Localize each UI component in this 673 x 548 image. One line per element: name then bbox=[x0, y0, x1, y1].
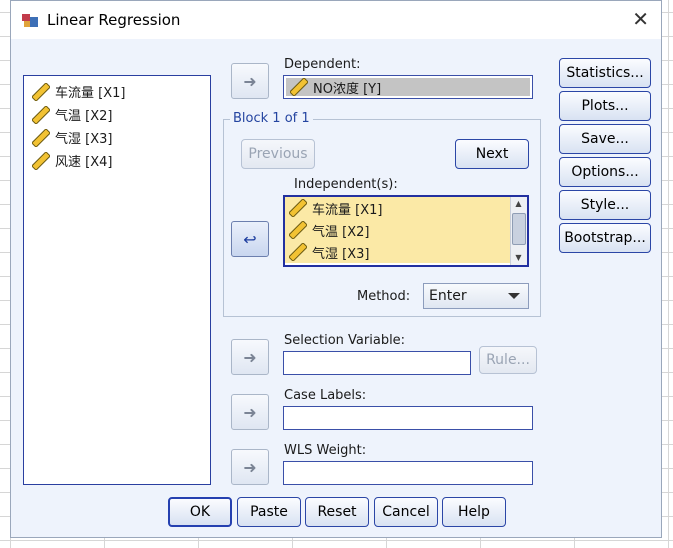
scale-variable-icon bbox=[289, 221, 307, 239]
dependent-value: NO浓度 [Y] bbox=[313, 81, 382, 97]
plots-button[interactable]: Plots... bbox=[559, 91, 651, 121]
method-value: Enter bbox=[429, 288, 467, 304]
scale-variable-icon bbox=[32, 82, 50, 101]
options-button[interactable]: Options... bbox=[559, 157, 651, 187]
list-item[interactable]: 气湿 [X3] bbox=[285, 241, 527, 263]
list-item[interactable]: 气温 [X2] bbox=[285, 219, 527, 241]
arrow-right-icon: ➜ bbox=[243, 71, 257, 91]
independent-item-label: 车流量 [X1] bbox=[312, 202, 383, 218]
wls-weight-label: WLS Weight: bbox=[284, 443, 367, 458]
scroll-down-icon[interactable]: ▼ bbox=[511, 251, 526, 265]
spss-app-icon bbox=[22, 14, 38, 27]
independent-label: Independent(s): bbox=[294, 177, 398, 192]
scale-variable-icon bbox=[290, 78, 308, 96]
list-item[interactable]: 风速 [X4] bbox=[32, 149, 210, 172]
help-button[interactable]: Help bbox=[442, 497, 506, 527]
independent-item-label: 气湿 [X3] bbox=[312, 246, 370, 262]
scale-variable-icon bbox=[32, 151, 50, 170]
list-item[interactable]: 车流量 [X1] bbox=[285, 197, 527, 219]
bootstrap-button[interactable]: Bootstrap... bbox=[559, 223, 651, 253]
rule-button[interactable]: Rule... bbox=[479, 346, 537, 374]
arrow-left-icon: ↩ bbox=[243, 229, 257, 249]
cancel-button[interactable]: Cancel bbox=[374, 497, 438, 527]
block-title: Block 1 of 1 bbox=[230, 111, 313, 126]
ok-button[interactable]: OK bbox=[168, 497, 232, 527]
paste-button[interactable]: Paste bbox=[237, 497, 301, 527]
method-select[interactable]: Enter bbox=[423, 283, 529, 309]
reset-button[interactable]: Reset bbox=[305, 497, 369, 527]
scale-variable-icon bbox=[289, 199, 307, 217]
method-label: Method: bbox=[357, 289, 411, 304]
case-labels-label: Case Labels: bbox=[284, 388, 367, 403]
source-variable-list[interactable]: 车流量 [X1] 气温 [X2] 气湿 [X3] 风速 [X4] bbox=[23, 75, 211, 485]
selection-variable-label: Selection Variable: bbox=[284, 333, 406, 348]
scroll-thumb[interactable] bbox=[512, 213, 526, 245]
case-labels-field[interactable] bbox=[283, 406, 533, 430]
scale-variable-icon bbox=[32, 128, 50, 147]
move-to-dependent-button[interactable]: ➜ bbox=[231, 63, 269, 99]
dependent-label: Dependent: bbox=[284, 57, 361, 72]
independent-list[interactable]: 车流量 [X1] 气温 [X2] 气湿 [X3] ▲ ▼ bbox=[283, 195, 529, 267]
arrow-right-icon: ➜ bbox=[243, 347, 257, 367]
list-item[interactable]: 气湿 [X3] bbox=[32, 126, 210, 149]
variable-label: 气湿 [X3] bbox=[55, 132, 113, 147]
list-item[interactable]: 气温 [X2] bbox=[32, 103, 210, 126]
style-button[interactable]: Style... bbox=[559, 190, 651, 220]
linear-regression-dialog: Linear Regression ✕ 车流量 [X1] 气温 [X2] 气湿 … bbox=[10, 0, 662, 538]
scroll-up-icon[interactable]: ▲ bbox=[511, 197, 526, 211]
variable-label: 风速 [X4] bbox=[55, 155, 113, 170]
previous-button[interactable]: Previous bbox=[241, 139, 315, 169]
list-item[interactable]: 车流量 [X1] bbox=[32, 80, 210, 103]
move-to-wls-button[interactable]: ➜ bbox=[231, 449, 269, 485]
move-to-case-labels-button[interactable]: ➜ bbox=[231, 394, 269, 430]
chevron-down-icon bbox=[508, 293, 520, 299]
move-to-independent-button[interactable]: ↩ bbox=[231, 221, 269, 257]
title-bar: Linear Regression ✕ bbox=[11, 1, 661, 39]
close-icon[interactable]: ✕ bbox=[632, 9, 649, 29]
scale-variable-icon bbox=[32, 105, 50, 124]
arrow-right-icon: ➜ bbox=[243, 457, 257, 477]
scale-variable-icon bbox=[289, 243, 307, 261]
wls-weight-field[interactable] bbox=[283, 461, 533, 485]
save-button[interactable]: Save... bbox=[559, 124, 651, 154]
dependent-field[interactable]: NO浓度 [Y] bbox=[283, 75, 533, 99]
independent-item-label: 气温 [X2] bbox=[312, 224, 370, 240]
independent-scrollbar[interactable]: ▲ ▼ bbox=[510, 197, 527, 265]
statistics-button[interactable]: Statistics... bbox=[559, 58, 651, 88]
next-button[interactable]: Next bbox=[455, 139, 529, 169]
variable-label: 车流量 [X1] bbox=[55, 86, 126, 101]
selection-variable-field[interactable] bbox=[283, 351, 471, 375]
move-to-selection-button[interactable]: ➜ bbox=[231, 339, 269, 375]
arrow-right-icon: ➜ bbox=[243, 402, 257, 422]
window-title: Linear Regression bbox=[47, 11, 181, 29]
variable-label: 气温 [X2] bbox=[55, 109, 113, 124]
